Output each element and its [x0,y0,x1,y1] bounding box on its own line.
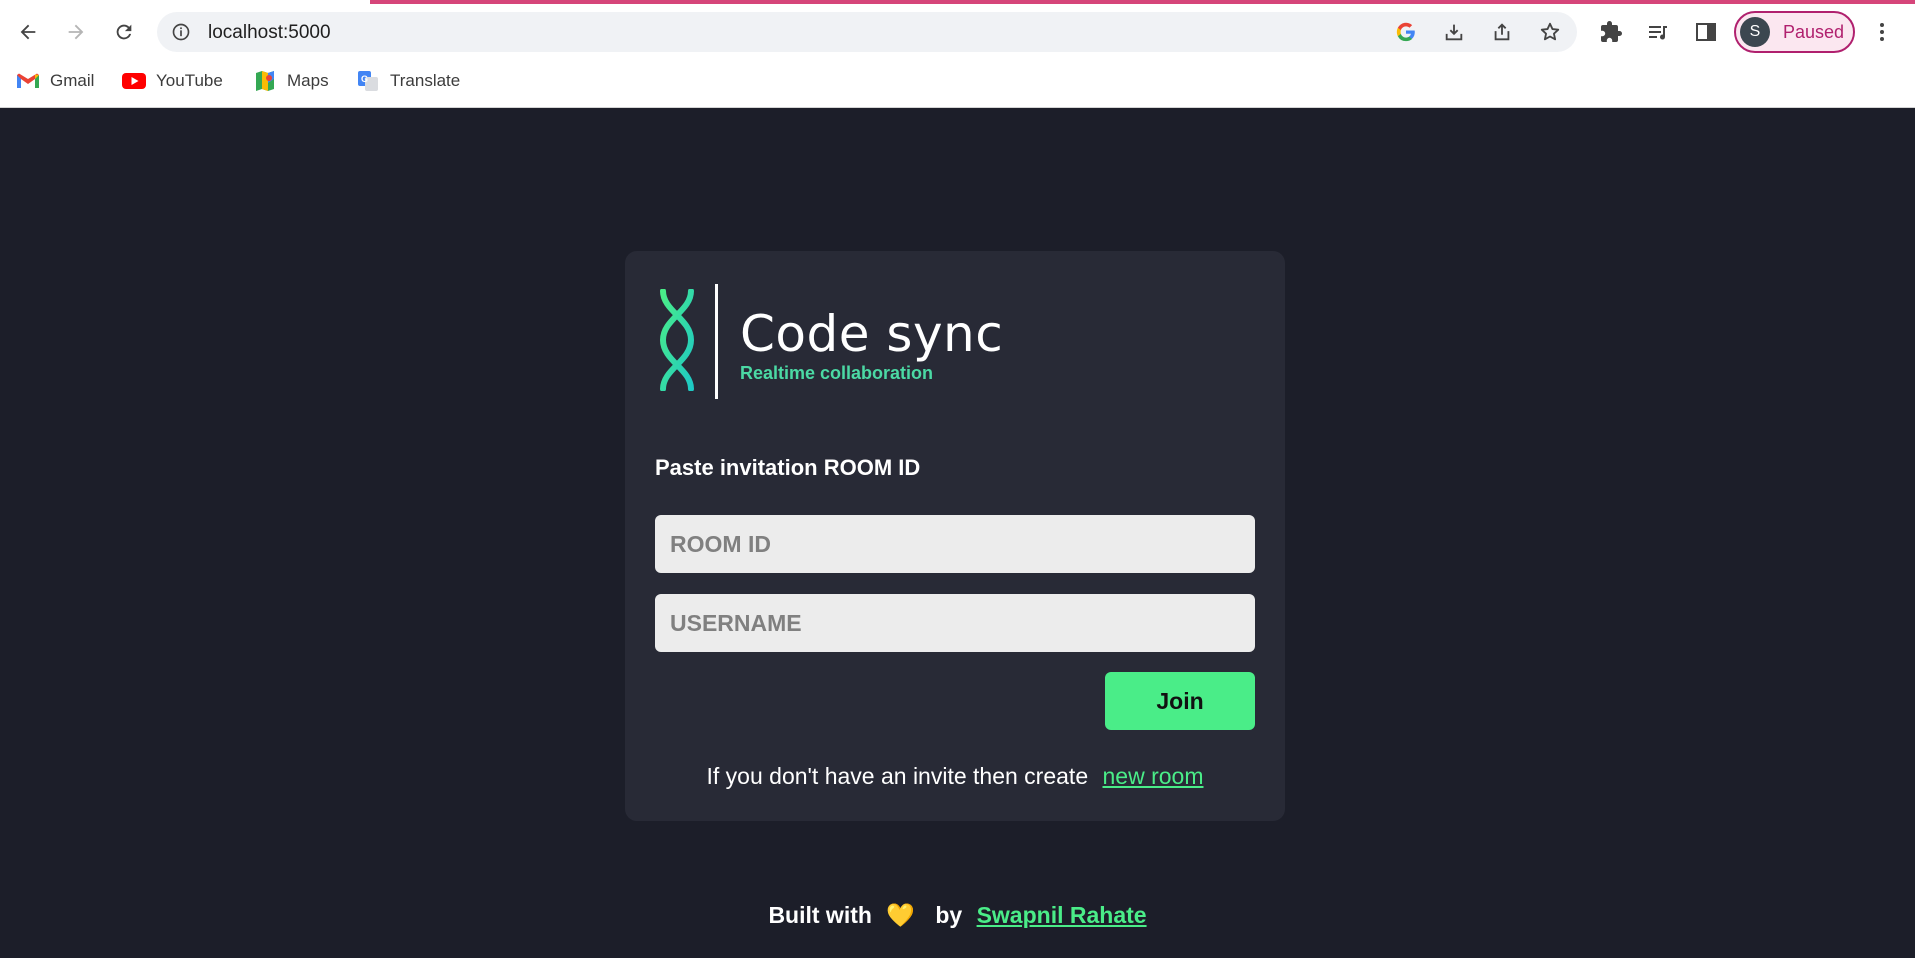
avatar: S [1740,17,1770,47]
tab-strip-accent [370,0,1915,4]
create-room-text: If you don't have an invite then create [706,763,1089,789]
media-queue-icon[interactable] [1644,18,1672,46]
google-icon[interactable] [1394,20,1418,44]
join-button[interactable]: Join [1105,672,1255,730]
svg-text:G: G [361,74,368,84]
bookmark-label: Translate [390,71,461,90]
logo-divider [715,284,718,399]
back-button[interactable] [10,14,46,50]
dna-icon [659,289,695,391]
translate-icon: G [356,71,380,91]
info-icon[interactable] [171,22,191,42]
bookmark-label: YouTube [156,71,223,90]
side-panel-icon[interactable] [1692,18,1720,46]
browser-chrome: localhost:5000 S Paused Gmail YouTube Ma… [0,0,1915,108]
menu-kebab-icon[interactable] [1868,18,1896,46]
install-app-icon[interactable] [1442,20,1466,44]
reload-button[interactable] [106,14,142,50]
address-bar[interactable]: localhost:5000 [157,12,1577,52]
new-room-link[interactable]: new room [1103,763,1204,789]
arrow-right-icon [68,24,84,40]
bookmark-label: Maps [287,71,329,90]
footer-by: by [935,902,963,928]
bookmark-gmail[interactable]: Gmail [16,68,94,94]
footer-built-with: Built with [768,902,872,928]
footer: Built with 💛 by Swapnil Rahate [0,902,1915,929]
join-room-card: Code sync Realtime collaboration Paste i… [625,251,1285,821]
youtube-icon [122,71,146,91]
url-text[interactable]: localhost:5000 [208,22,331,44]
heart-icon: 💛 [886,902,915,928]
gmail-icon [16,71,40,91]
bookmark-youtube[interactable]: YouTube [122,68,223,94]
bookmarks-bar: Gmail YouTube Maps G Translate [0,64,1915,98]
profile-button[interactable]: S Paused [1734,11,1855,53]
bookmark-maps[interactable]: Maps [253,68,329,94]
room-id-input[interactable] [655,515,1255,573]
logo-title: Code sync [740,305,1004,363]
bookmark-translate[interactable]: G Translate [356,68,460,94]
profile-status: Paused [1783,22,1845,42]
bookmark-star-icon[interactable] [1538,20,1562,44]
create-room-line: If you don't have an invite then create … [625,763,1285,790]
author-link[interactable]: Swapnil Rahate [977,902,1147,928]
page-heading: Paste invitation ROOM ID [655,455,921,480]
forward-button[interactable] [58,14,94,50]
logo-subtitle: Realtime collaboration [740,363,934,383]
maps-icon [253,71,277,91]
share-icon[interactable] [1490,20,1514,44]
extensions-icon[interactable] [1597,18,1625,46]
username-input[interactable] [655,594,1255,652]
bookmark-label: Gmail [50,71,95,90]
reload-icon [116,24,132,40]
arrow-left-icon [20,24,36,40]
